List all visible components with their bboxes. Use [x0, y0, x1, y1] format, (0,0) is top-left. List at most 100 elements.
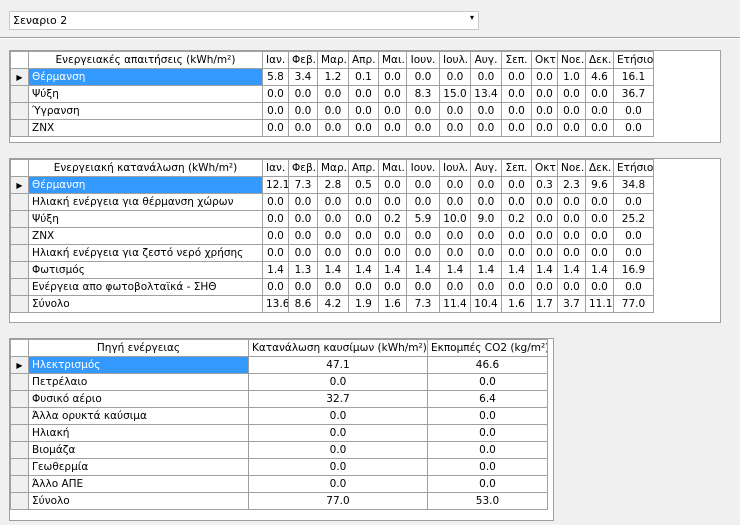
row-label[interactable]: Άλλο ΑΠΕ [28, 475, 249, 493]
value-cell[interactable]: 0.0 [262, 227, 289, 245]
value-cell[interactable]: 0.0 [317, 278, 349, 296]
value-cell[interactable]: 0.0 [406, 244, 440, 262]
value-cell[interactable]: 0.0 [406, 176, 440, 194]
column-header-1[interactable]: Φεβ. [288, 51, 318, 69]
value-cell[interactable]: 0.0 [439, 193, 471, 211]
value-cell[interactable]: 77.0 [613, 295, 654, 313]
value-cell[interactable]: 0.0 [613, 227, 654, 245]
co2-cell[interactable]: 6.4 [427, 390, 548, 408]
row-label[interactable]: Θέρμανση [28, 176, 263, 194]
value-cell[interactable]: 0.0 [501, 68, 532, 86]
value-cell[interactable]: 0.0 [317, 227, 349, 245]
row-header[interactable] [10, 390, 29, 408]
value-cell[interactable]: 0.0 [557, 244, 586, 262]
value-cell[interactable]: 25.2 [613, 210, 654, 228]
row-header[interactable] [10, 119, 29, 137]
co2-cell[interactable]: 0.0 [427, 407, 548, 425]
value-cell[interactable]: 0.0 [317, 85, 349, 103]
table-row[interactable]: Άλλα ορυκτά καύσιμα 0.0 0.0 [10, 407, 548, 425]
value-cell[interactable]: 0.2 [501, 210, 532, 228]
value-cell[interactable]: 0.0 [531, 193, 558, 211]
value-cell[interactable]: 11.4 [439, 295, 471, 313]
value-cell[interactable]: 9.0 [470, 210, 502, 228]
value-cell[interactable]: 0.0 [585, 119, 614, 137]
value-cell[interactable]: 10.0 [439, 210, 471, 228]
table-row[interactable]: Πετρέλαιο 0.0 0.0 [10, 373, 548, 391]
value-cell[interactable]: 0.0 [348, 119, 379, 137]
value-cell[interactable]: 0.0 [585, 278, 614, 296]
value-cell[interactable]: 1.4 [406, 261, 440, 279]
value-cell[interactable]: 0.2 [378, 210, 407, 228]
row-label[interactable]: Ηλιακή ενέργεια για ζεστό νερό χρήσης [28, 244, 263, 262]
value-cell[interactable]: 0.0 [288, 210, 318, 228]
sources-grid[interactable]: Πηγή ενέργειας Κατανάλωση καυσίμων (kWh/m… [9, 338, 554, 521]
table-row[interactable]: Ηλιακή 0.0 0.0 [10, 424, 548, 442]
value-cell[interactable]: 0.0 [470, 68, 502, 86]
column-header-12[interactable]: Ετήσιο [613, 159, 654, 177]
row-header[interactable] [10, 210, 29, 228]
value-cell[interactable]: 0.0 [262, 119, 289, 137]
value-cell[interactable]: 2.3 [557, 176, 586, 194]
value-cell[interactable]: 0.0 [262, 278, 289, 296]
value-cell[interactable]: 0.0 [348, 193, 379, 211]
value-cell[interactable]: 4.2 [317, 295, 349, 313]
row-label[interactable]: Ύγρανση [28, 102, 263, 120]
demand-grid[interactable]: Ενεργειακές απαιτήσεις (kWh/m²) Ιαν. Φεβ. Μ… [9, 50, 721, 143]
value-cell[interactable]: 1.3 [288, 261, 318, 279]
value-cell[interactable]: 0.0 [557, 119, 586, 137]
current-row-marker-icon[interactable]: ▶ [10, 176, 29, 194]
value-cell[interactable]: 0.0 [288, 119, 318, 137]
row-label[interactable]: Βιομάζα [28, 441, 249, 459]
value-cell[interactable]: 7.3 [406, 295, 440, 313]
value-cell[interactable]: 13.6 [262, 295, 289, 313]
row-label[interactable]: ZNX [28, 119, 263, 137]
value-cell[interactable]: 0.0 [378, 102, 407, 120]
fuel-cell[interactable]: 47.1 [248, 356, 428, 374]
co2-cell[interactable]: 0.0 [427, 424, 548, 442]
value-cell[interactable]: 11.1 [585, 295, 614, 313]
row-header[interactable] [10, 424, 29, 442]
column-header-0[interactable]: Πηγή ενέργειας [28, 339, 249, 357]
value-cell[interactable]: 0.0 [288, 85, 318, 103]
chevron-down-icon[interactable]: ▾ [470, 13, 474, 22]
co2-cell[interactable]: 0.0 [427, 475, 548, 493]
value-cell[interactable]: 1.4 [585, 261, 614, 279]
value-cell[interactable]: 0.0 [531, 119, 558, 137]
value-cell[interactable]: 0.0 [406, 119, 440, 137]
table-row[interactable]: Ηλιακή ενέργεια για θέρμανση χώρων 0.0 0.0… [10, 193, 654, 211]
fuel-cell[interactable]: 32.7 [248, 390, 428, 408]
value-cell[interactable]: 0.0 [406, 227, 440, 245]
column-header-10[interactable]: Νοε. [557, 51, 586, 69]
value-cell[interactable]: 10.4 [470, 295, 502, 313]
row-header[interactable] [10, 102, 29, 120]
value-cell[interactable]: 1.4 [557, 261, 586, 279]
value-cell[interactable]: 0.0 [501, 102, 532, 120]
value-cell[interactable]: 0.0 [317, 244, 349, 262]
column-header-6[interactable]: Ιουλ. [439, 51, 471, 69]
row-label[interactable]: Ηλιακή [28, 424, 249, 442]
value-cell[interactable]: 0.0 [439, 244, 471, 262]
value-cell[interactable]: 0.0 [439, 176, 471, 194]
row-header[interactable] [10, 193, 29, 211]
value-cell[interactable]: 0.0 [378, 85, 407, 103]
value-cell[interactable]: 8.3 [406, 85, 440, 103]
value-cell[interactable]: 0.0 [585, 227, 614, 245]
row-header[interactable] [10, 458, 29, 476]
row-label[interactable]: Σύνολο [28, 492, 249, 510]
value-cell[interactable]: 9.6 [585, 176, 614, 194]
column-header-9[interactable]: Οκτ. [531, 159, 558, 177]
value-cell[interactable]: 0.0 [439, 68, 471, 86]
value-cell[interactable]: 0.0 [378, 278, 407, 296]
table-row[interactable]: ▶ Θέρμανση 12.1 7.3 2.8 0.5 0.0 0.0 0.0 0.0 0.0 0.3… [10, 176, 654, 194]
column-header-5[interactable]: Ιουν. [406, 159, 440, 177]
value-cell[interactable]: 0.0 [531, 68, 558, 86]
table-row[interactable]: ZNX 0.0 0.0 0.0 0.0 0.0 0.0 0.0 0.0 0.0 0.0 0.0 0.0 0… [10, 119, 654, 137]
value-cell[interactable]: 8.6 [288, 295, 318, 313]
value-cell[interactable]: 34.8 [613, 176, 654, 194]
value-cell[interactable]: 0.0 [406, 278, 440, 296]
column-header-11[interactable]: Δεκ. [585, 51, 614, 69]
value-cell[interactable]: 0.0 [348, 85, 379, 103]
value-cell[interactable]: 0.0 [317, 102, 349, 120]
value-cell[interactable]: 15.0 [439, 85, 471, 103]
value-cell[interactable]: 0.0 [613, 102, 654, 120]
